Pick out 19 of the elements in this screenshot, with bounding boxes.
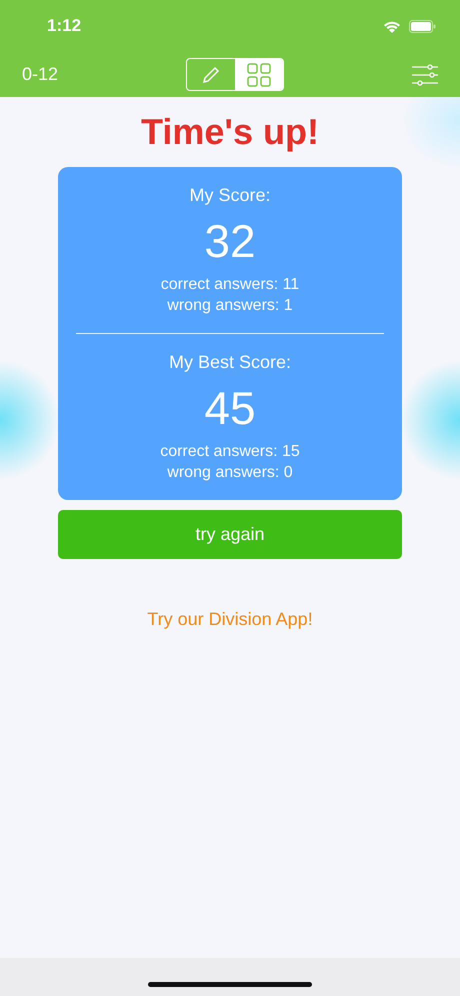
- correct-count: correct answers: 15: [160, 442, 300, 462]
- retry-button[interactable]: try again: [58, 510, 402, 559]
- wrong-count: wrong answers: 0: [167, 463, 293, 483]
- status-time: 1:12: [47, 16, 82, 36]
- score-value: 32: [204, 214, 256, 268]
- battery-icon: [409, 20, 436, 32]
- wifi-icon: [383, 20, 401, 32]
- score-value: 45: [204, 381, 256, 435]
- score-heading: My Best Score:: [168, 352, 292, 373]
- settings-icon[interactable]: [412, 64, 438, 86]
- score-heading: My Score:: [189, 185, 271, 206]
- result-title: Time's up!: [141, 111, 319, 153]
- range-label: 0-12: [22, 64, 58, 85]
- pencil-icon: [201, 64, 222, 84]
- correct-count: correct answers: 11: [160, 275, 300, 295]
- wrong-count: wrong answers: 1: [167, 296, 293, 316]
- promo-link[interactable]: Try our Division App!: [147, 609, 313, 630]
- mode-tab[interactable]: [235, 59, 284, 90]
- grid-icon: [247, 62, 272, 86]
